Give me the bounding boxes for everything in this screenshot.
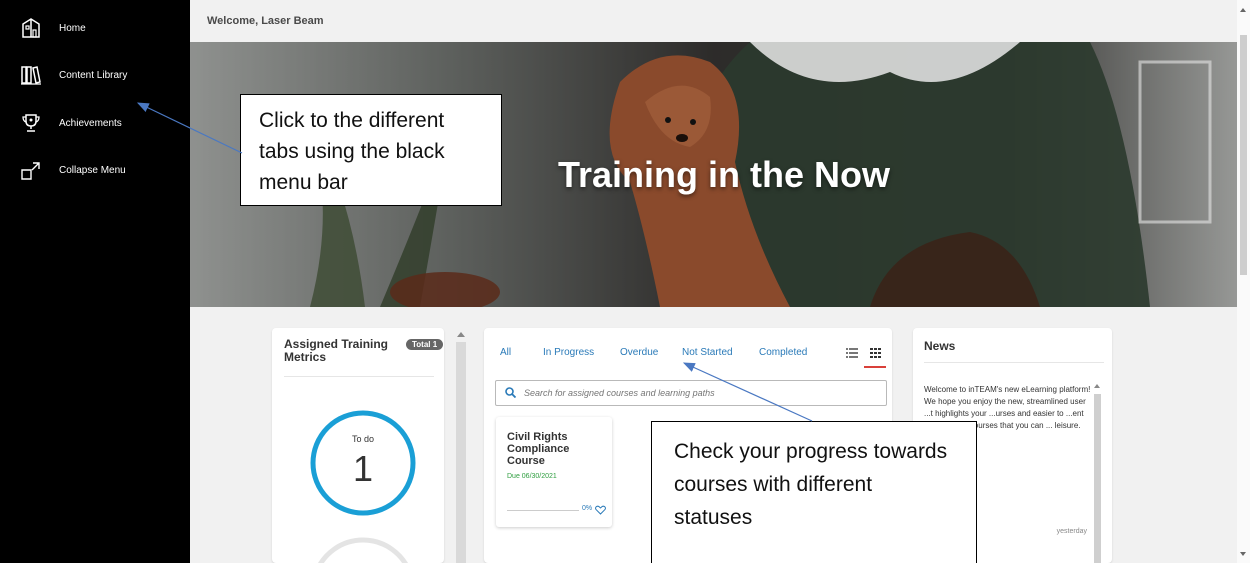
news-title: News <box>924 339 956 353</box>
course-card[interactable]: Civil Rights Compliance Course Due 06/30… <box>496 417 612 527</box>
news-scroll-up-icon[interactable] <box>1094 384 1100 388</box>
tab-overdue[interactable]: Overdue <box>620 347 658 358</box>
sidebar-menu: Home Content Library Achievements Collap… <box>0 0 190 563</box>
tab-not-started[interactable]: Not Started <box>682 347 733 358</box>
metrics-scrollbar[interactable] <box>456 342 466 563</box>
sidebar-item-content-library[interactable]: Content Library <box>0 57 190 93</box>
annotation-callout-status: Check your progress towards courses with… <box>651 421 977 563</box>
todo-count: 1 <box>352 448 374 489</box>
search-input[interactable] <box>522 384 876 402</box>
tab-completed[interactable]: Completed <box>759 347 807 358</box>
course-progress-bar <box>507 510 579 511</box>
metrics-scroll-up-icon[interactable] <box>457 332 465 337</box>
active-view-indicator <box>864 366 886 368</box>
annotation-callout-menu: Click to the different tabs using the bl… <box>240 94 502 206</box>
sidebar-item-achievements[interactable]: Achievements <box>0 105 190 141</box>
trophy-icon <box>22 114 40 132</box>
sidebar-item-label: Achievements <box>59 117 122 129</box>
search-box[interactable] <box>495 380 887 406</box>
tab-all[interactable]: All <box>500 347 511 358</box>
news-scrollbar[interactable] <box>1094 394 1101 563</box>
todo-label: To do <box>351 434 375 444</box>
hero-title: Training in the Now <box>558 154 890 195</box>
metrics-panel: Assigned Training Metrics Total 1 To do … <box>272 328 444 563</box>
tab-in-progress[interactable]: In Progress <box>543 347 594 358</box>
sidebar-item-label: Content Library <box>59 69 128 81</box>
collapse-icon <box>21 162 40 180</box>
news-divider <box>924 362 1104 363</box>
page-scrollbar-thumb[interactable] <box>1240 35 1247 275</box>
library-icon <box>21 66 41 85</box>
sidebar-item-label: Home <box>59 22 86 34</box>
sidebar-item-collapse-menu[interactable]: Collapse Menu <box>0 152 190 188</box>
favorite-heart-icon[interactable] <box>595 505 606 515</box>
top-bar: Welcome, Laser Beam <box>190 0 1237 42</box>
metrics-title: Assigned Training Metrics <box>284 337 389 364</box>
page-scroll-down-icon[interactable] <box>1240 552 1246 556</box>
secondary-ring <box>318 537 408 563</box>
home-icon <box>22 18 40 38</box>
news-timestamp: yesterday <box>1056 528 1087 535</box>
course-progress-label: 0% <box>582 505 593 512</box>
course-title: Civil Rights Compliance Course <box>507 431 570 467</box>
grid-view-icon[interactable] <box>870 348 881 358</box>
search-icon <box>505 387 516 398</box>
list-view-icon[interactable] <box>846 348 858 358</box>
metrics-divider <box>284 376 434 377</box>
page-scroll-up-icon[interactable] <box>1240 8 1246 12</box>
course-due-date: Due 06/30/2021 <box>507 473 557 480</box>
welcome-message: Welcome, Laser Beam <box>207 15 324 27</box>
total-badge: Total 1 <box>406 339 444 350</box>
sidebar-item-home[interactable]: Home <box>0 10 190 46</box>
sidebar-item-label: Collapse Menu <box>59 164 126 176</box>
